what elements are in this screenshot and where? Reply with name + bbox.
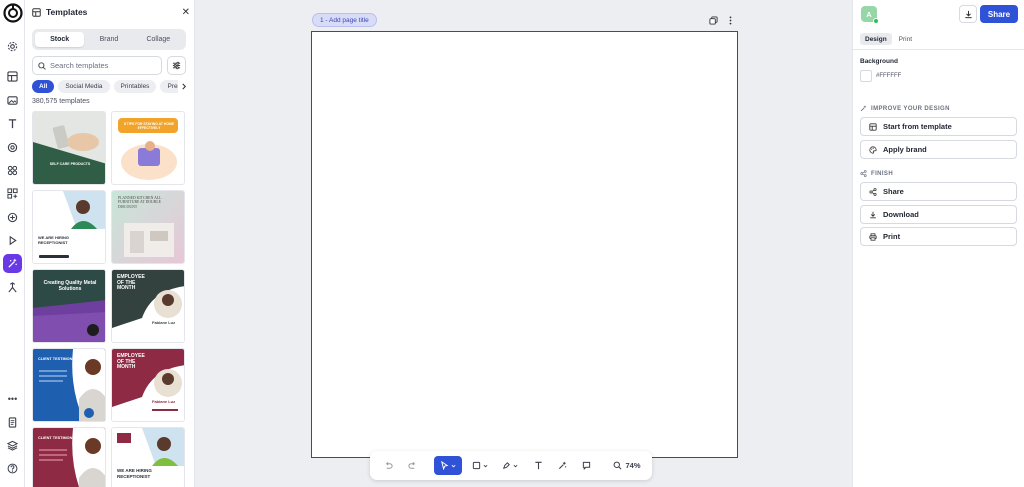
background-color-swatch[interactable] [860,70,872,82]
chevron-down-icon [513,464,518,467]
template-tile[interactable]: EMPLOYEE OF THE MONTH Fabiane Luz [111,269,185,343]
ai-magic-icon[interactable] [554,456,570,475]
download-icon [870,211,876,218]
start-from-template-button[interactable]: Start from template [860,117,1017,136]
tab-print[interactable]: Print [894,33,917,45]
text-tool-icon[interactable] [530,456,546,475]
pen-icon [503,462,510,469]
palette-icon [869,145,877,154]
share-action-button[interactable]: Share [860,182,1017,201]
share-icon [869,187,877,196]
magic-icon[interactable] [3,254,22,273]
template-tile[interactable]: Creating Quality Metal Solutions [32,269,106,343]
page-menu-icon[interactable] [723,13,737,27]
chip-all[interactable]: All [32,80,55,93]
select-tool-button[interactable] [434,456,462,475]
template-tile[interactable]: CLIENT TESTIMONIAL [32,427,106,487]
chip-presentations[interactable]: Presentations [160,80,178,93]
template-source-tabs: Stock Brand Collage [32,29,186,50]
template-tile[interactable]: PLANNED KITCHEN ALL FURNITURE AT DOUBLE … [111,190,185,264]
filter-button[interactable] [167,56,186,75]
duplicate-page-icon[interactable] [706,13,720,27]
category-chips: All Social Media Printables Presentation… [32,80,178,93]
chevron-down-icon [483,464,488,467]
pages-icon[interactable] [3,413,22,432]
sparkle-icon [860,105,866,112]
shape-tool-button[interactable] [468,456,492,475]
design-panel: A Share Design Print Background #FFFFFF … [852,0,1024,487]
page-title-button[interactable]: 1 - Add page title [312,13,377,27]
sliders-icon [172,61,181,70]
search-box [32,56,162,75]
more-icon[interactable]: ••• [3,389,22,408]
app-logo-icon[interactable] [3,3,23,23]
elements-icon[interactable] [3,161,22,180]
panel-header: Templates ✕ [32,5,190,19]
shapes-icon[interactable] [3,138,22,157]
divider [853,49,1024,50]
template-tile[interactable]: WE ARE HIRING RECEPTIONIST [32,190,106,264]
play-icon[interactable] [3,231,22,250]
apply-brand-button[interactable]: Apply brand [860,140,1017,159]
zoom-level: 74% [625,461,641,470]
design-tabs: Design Print [860,33,917,45]
print-action-button[interactable]: Print [860,227,1017,246]
pen-tool-button[interactable] [498,456,522,475]
comment-icon[interactable] [578,456,594,475]
canvas-toolbar: 74% [370,451,652,480]
template-thumbnail [33,191,105,263]
design-canvas[interactable] [311,31,738,458]
chip-social-media[interactable]: Social Media [58,80,110,93]
background-hex-value[interactable]: #FFFFFF [876,73,901,79]
finish-section-heading: FINISH [860,170,893,177]
tab-stock[interactable]: Stock [35,32,85,47]
undo-icon[interactable] [380,456,396,475]
template-thumbnail [33,112,105,184]
download-action-button[interactable]: Download [860,205,1017,224]
template-tile[interactable]: SELF CARE PRODUCTS [32,111,106,185]
chevron-right-icon[interactable] [179,80,189,93]
tab-brand[interactable]: Brand [84,32,133,47]
templates-icon [32,7,41,17]
search-input[interactable] [50,61,155,70]
template-count: 380,575 templates [32,98,90,105]
image-icon[interactable] [3,91,22,110]
tab-design[interactable]: Design [860,33,892,45]
improve-section-heading: IMPROVE YOUR DESIGN [860,105,950,112]
avatar[interactable]: A [861,6,879,24]
plus-circle-icon[interactable] [3,208,22,227]
background-label: Background [860,58,898,65]
panel-title: Templates [46,7,88,17]
square-icon [472,461,481,470]
chip-printables[interactable]: Printables [113,80,157,93]
printer-icon [869,232,877,241]
share-nodes-icon [860,170,867,177]
close-icon[interactable]: ✕ [182,7,190,18]
template-tile[interactable]: WE ARE HIRING RECEPTIONIST [111,427,185,487]
share-button[interactable]: Share [980,5,1018,23]
cursor-icon [441,461,449,470]
help-icon[interactable] [3,459,22,478]
search-icon [38,61,46,70]
template-tile[interactable]: EMPLOYEE OF THE MONTH Fabiane Luz [111,348,185,422]
template-tile[interactable]: CLIENT TESTIMONIAL [32,348,106,422]
text-icon[interactable] [3,114,22,133]
zoom-control[interactable]: 74% [610,456,644,475]
download-icon [964,10,972,18]
settings-icon[interactable] [3,37,22,56]
zoom-icon [614,461,622,470]
online-status-dot [873,18,879,24]
templates-panel: Templates ✕ Stock Brand Collage All Soci… [25,0,195,487]
fork-icon[interactable] [3,278,22,297]
chevron-down-icon [451,464,456,467]
tab-collage[interactable]: Collage [134,32,183,47]
redo-icon[interactable] [404,456,420,475]
left-rail: ••• [0,0,25,487]
layers-icon[interactable] [3,436,22,455]
layout-icon [869,122,877,131]
template-tile[interactable]: 8 TIPS FOR STAYING AT HOME EFFECTIVELY [111,111,185,185]
layout-icon[interactable] [3,67,22,86]
grid-icon[interactable] [3,184,22,203]
download-button[interactable] [959,5,977,23]
